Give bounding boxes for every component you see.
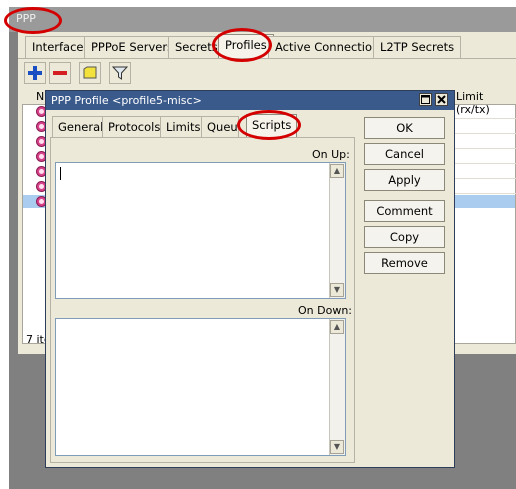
cancel-button[interactable]: Cancel	[364, 143, 445, 165]
tab-queue[interactable]: Queue	[201, 116, 239, 138]
scroll-up-icon[interactable]: ▲	[330, 320, 344, 334]
dialog-title: PPP Profile <profile5-misc>	[51, 94, 202, 107]
tab-l2tp-secrets[interactable]: L2TP Secrets	[373, 36, 462, 58]
filter-icon	[112, 66, 128, 80]
on-down-scrollbar[interactable]: ▲ ▼	[329, 319, 345, 455]
comment-icon	[83, 66, 97, 79]
close-button[interactable]	[435, 93, 448, 106]
filter-button[interactable]	[109, 62, 131, 84]
ok-button[interactable]: OK	[364, 117, 445, 139]
comment-button[interactable]	[79, 62, 101, 84]
scroll-up-icon[interactable]: ▲	[330, 164, 344, 178]
row-divider	[454, 118, 516, 119]
tab-interface[interactable]: Interface	[25, 36, 91, 58]
row-divider	[454, 193, 516, 194]
scroll-down-icon[interactable]: ▼	[330, 440, 344, 454]
tab-limits[interactable]: Limits	[160, 116, 207, 138]
add-icon	[28, 66, 42, 80]
row-divider	[454, 178, 516, 179]
remove-icon	[53, 71, 67, 75]
on-down-textarea[interactable]: ▲ ▼	[55, 318, 346, 456]
copy-button[interactable]: Copy	[364, 226, 445, 248]
tab-divider	[18, 58, 516, 59]
on-up-label: On Up:	[312, 148, 350, 161]
apply-button[interactable]: Apply	[364, 169, 445, 191]
scroll-down-icon[interactable]: ▼	[330, 283, 344, 297]
annotation-oval-ppp	[4, 7, 62, 34]
text-caret	[60, 167, 61, 180]
tab-general[interactable]: General	[52, 116, 110, 138]
column-limit-header[interactable]: Limit (rx/tx)	[456, 90, 516, 116]
tab-pppoe-servers[interactable]: PPPoE Servers	[84, 36, 181, 58]
column-name-header[interactable]: N	[36, 90, 44, 103]
row-divider	[454, 148, 516, 149]
comment-button-dialog[interactable]: Comment	[364, 200, 445, 222]
remove-button[interactable]	[49, 62, 71, 84]
row-divider	[454, 163, 516, 164]
maximize-button[interactable]	[419, 93, 432, 106]
on-down-label: On Down:	[298, 304, 353, 317]
maximize-icon	[421, 95, 430, 104]
tab-protocols[interactable]: Protocols	[102, 116, 167, 138]
close-icon	[437, 95, 446, 104]
ppp-titlebar[interactable]	[9, 7, 516, 32]
annotation-oval-scripts	[237, 110, 301, 140]
on-up-textarea[interactable]: ▲ ▼	[55, 162, 346, 299]
row-divider	[454, 133, 516, 134]
remove-button-dialog[interactable]: Remove	[364, 252, 445, 274]
annotation-oval-profiles	[212, 28, 272, 62]
on-up-scrollbar[interactable]: ▲ ▼	[329, 163, 345, 298]
add-button[interactable]	[24, 62, 46, 84]
